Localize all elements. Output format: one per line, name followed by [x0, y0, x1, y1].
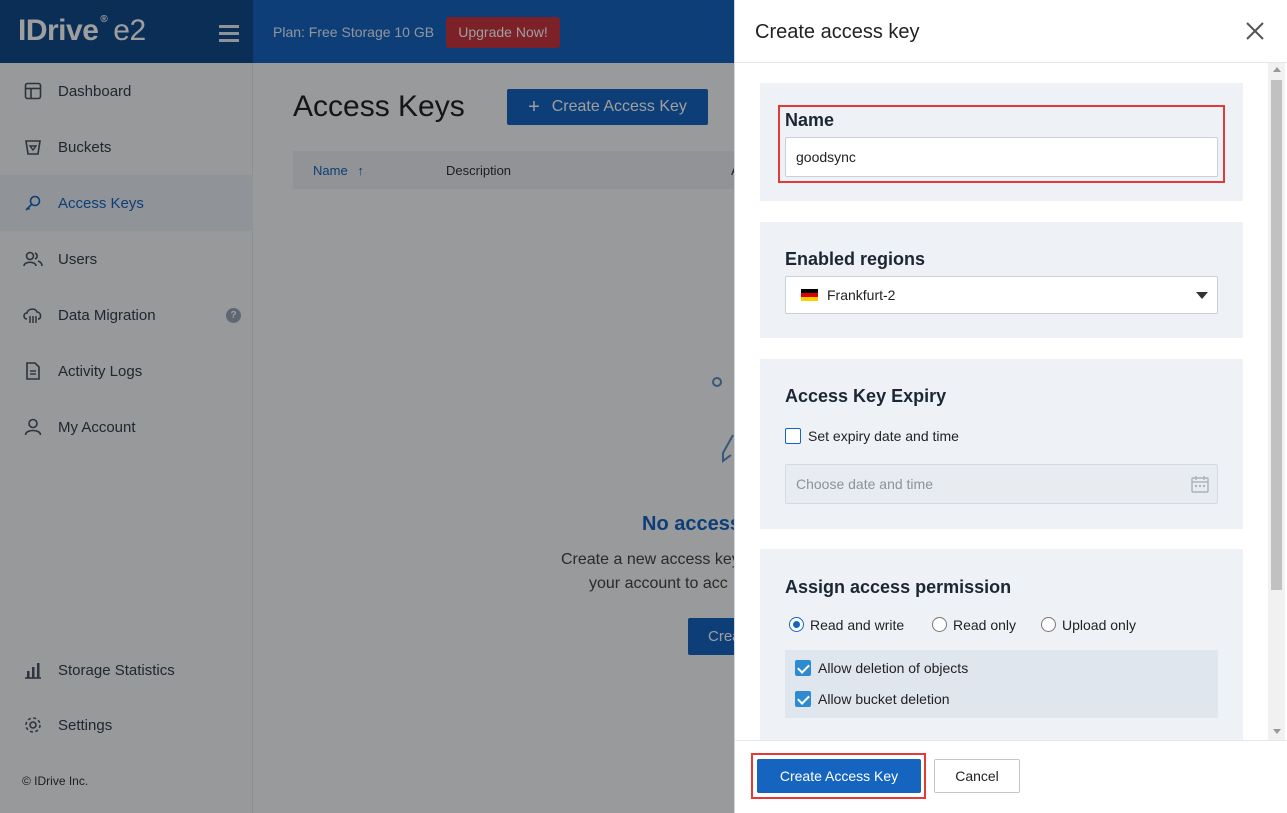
permission-section: Assign access permission Read and write …: [760, 549, 1243, 740]
region-selected-value: Frankfurt-2: [827, 287, 896, 303]
calendar-icon: [1191, 476, 1209, 493]
set-expiry-checkbox[interactable]: [785, 428, 801, 444]
panel-header: Create access key: [735, 0, 1287, 63]
allow-object-deletion-label: Allow deletion of objects: [818, 660, 969, 676]
set-expiry-label: Set expiry date and time: [808, 428, 959, 444]
radio-read-write[interactable]: [789, 617, 804, 632]
panel-title: Create access key: [755, 21, 920, 43]
panel-body: Name goodsync Enabled regions Frankfurt-…: [735, 63, 1287, 740]
scroll-thumb[interactable]: [1271, 80, 1282, 590]
expiry-date-input: Choose date and time: [785, 464, 1218, 504]
panel-footer: Create Access Key Cancel: [735, 740, 1287, 813]
cancel-button[interactable]: Cancel: [934, 759, 1020, 793]
scroll-up-icon[interactable]: [1273, 67, 1281, 72]
region-select[interactable]: Frankfurt-2: [785, 276, 1218, 314]
allow-bucket-deletion-checkbox[interactable]: [795, 691, 811, 707]
expiry-label: Access Key Expiry: [785, 386, 947, 406]
radio-upload-only[interactable]: [1041, 617, 1056, 632]
submit-highlight-box: [751, 753, 926, 799]
allow-bucket-deletion-label: Allow bucket deletion: [818, 691, 950, 707]
close-icon[interactable]: [1244, 20, 1266, 42]
deletion-options-box: Allow deletion of objects Allow bucket d…: [785, 650, 1218, 718]
create-access-key-panel: Create access key Name goodsync Enabled …: [734, 0, 1287, 813]
radio-read-only-label: Read only: [953, 617, 1017, 633]
scroll-down-icon[interactable]: [1273, 729, 1281, 734]
chevron-down-icon: [1196, 292, 1208, 299]
radio-read-only[interactable]: [932, 617, 947, 632]
radio-read-write-label: Read and write: [810, 617, 905, 633]
permission-label: Assign access permission: [785, 577, 1012, 597]
modal-overlay[interactable]: [0, 0, 734, 813]
panel-scrollbar[interactable]: [1268, 63, 1285, 740]
regions-section: Enabled regions Frankfurt-2: [760, 222, 1243, 338]
radio-upload-only-label: Upload only: [1062, 617, 1136, 633]
germany-flag-icon: [801, 289, 818, 301]
allow-object-deletion-checkbox[interactable]: [795, 660, 811, 676]
name-section: Name goodsync: [760, 83, 1243, 201]
name-highlight-box: [778, 105, 1225, 183]
expiry-section: Access Key Expiry Set expiry date and ti…: [760, 359, 1243, 529]
regions-label: Enabled regions: [785, 249, 926, 269]
